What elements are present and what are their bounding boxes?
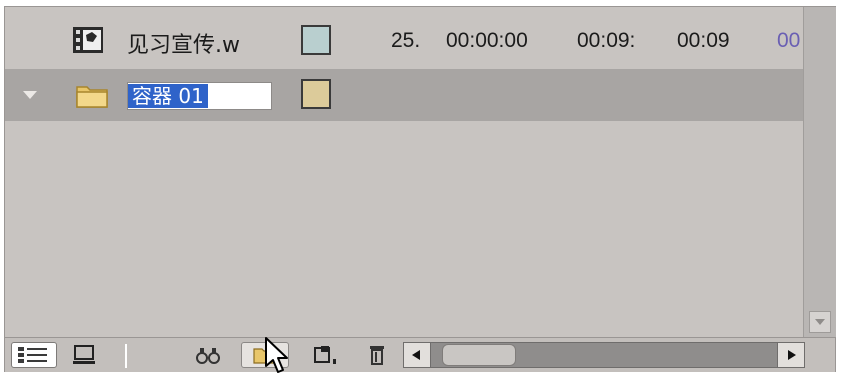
label-color-swatch[interactable] xyxy=(301,25,331,55)
new-composition-button[interactable] xyxy=(309,342,347,368)
in-point-cell: 00:00:00 xyxy=(446,29,528,52)
project-panel: 见习宣传.w 25. 00:00:00 00:09: 00:09 00 容器 0… xyxy=(4,6,836,372)
binoculars-icon xyxy=(196,348,220,364)
expand-triangle-icon[interactable] xyxy=(23,91,37,99)
film-icon xyxy=(73,27,103,53)
truncated-cell: 00 xyxy=(777,29,801,52)
scroll-down-arrow[interactable] xyxy=(809,311,831,333)
item-name: 见习宣传.w xyxy=(127,33,240,58)
selected-name-text: 容器 01 xyxy=(128,84,208,108)
new-composition-icon xyxy=(314,346,336,364)
find-button[interactable] xyxy=(191,342,225,368)
frame-rate-cell: 25. xyxy=(391,29,421,52)
project-folder-row[interactable]: 容器 01 xyxy=(5,69,803,121)
vertical-scrollbar[interactable] xyxy=(803,7,836,337)
project-items-list: 见习宣传.w 25. 00:00:00 00:09: 00:09 00 容器 0… xyxy=(5,7,803,337)
delete-button[interactable] xyxy=(363,342,391,368)
duration-cell: 00:09 xyxy=(677,29,730,52)
scroll-right-arrow[interactable] xyxy=(777,343,804,367)
folder-icon xyxy=(76,86,108,108)
icon-view-button[interactable] xyxy=(67,342,101,368)
project-item-row[interactable]: 见习宣传.w 25. 00:00:00 00:09: 00:09 00 xyxy=(5,11,803,69)
scroll-thumb[interactable] xyxy=(442,344,516,366)
toolbar-separator xyxy=(125,344,127,368)
list-view-icon xyxy=(18,347,47,363)
trash-icon xyxy=(370,346,384,365)
list-view-button[interactable] xyxy=(11,342,57,368)
label-color-swatch[interactable] xyxy=(301,79,331,109)
icon-view-icon xyxy=(73,345,95,364)
scroll-left-arrow[interactable] xyxy=(404,343,431,367)
project-panel-toolbar xyxy=(5,337,835,372)
mouse-pointer-icon xyxy=(265,337,288,373)
horizontal-scrollbar[interactable] xyxy=(403,342,805,368)
out-point-cell: 00:09: xyxy=(577,29,636,52)
rename-input[interactable]: 容器 01 xyxy=(127,82,272,110)
